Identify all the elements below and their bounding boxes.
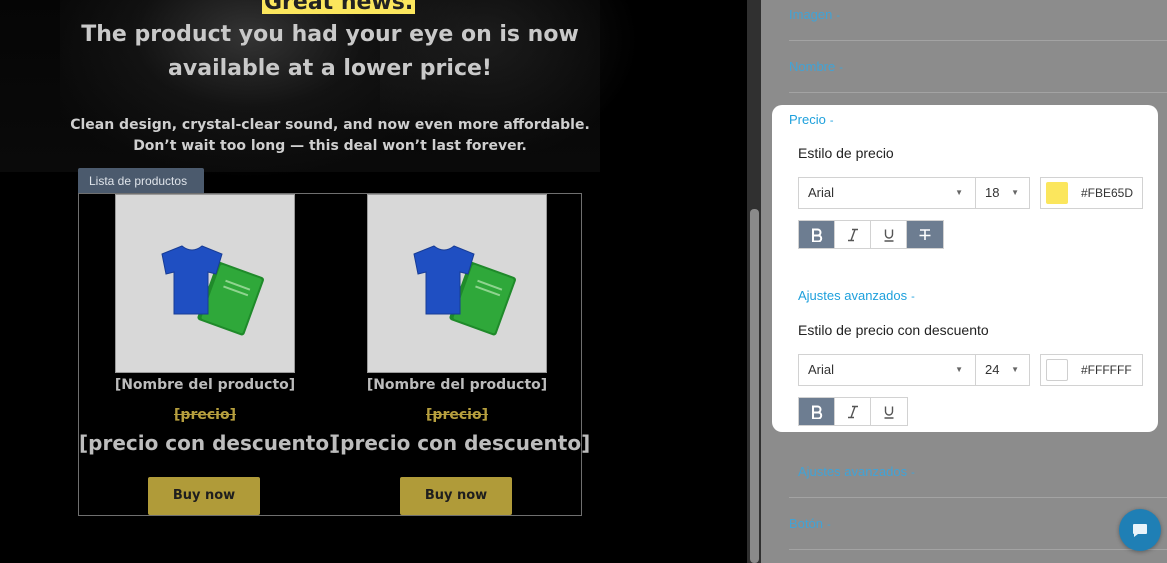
price-size-select[interactable]: 18 ▼ bbox=[975, 177, 1030, 209]
section-image-label: Imagen bbox=[789, 7, 833, 22]
section-divider bbox=[789, 40, 1167, 41]
discount-color-picker[interactable]: #FFFFFF bbox=[1040, 354, 1143, 386]
chat-support-button[interactable] bbox=[1119, 509, 1161, 551]
chat-icon bbox=[1133, 524, 1147, 537]
discount-size-select[interactable]: 24 ▼ bbox=[975, 354, 1030, 386]
outer-advanced-settings-label: Ajustes avanzados bbox=[798, 464, 908, 479]
product-card[interactable]: [Nombre del producto] [precio] [precio c… bbox=[79, 194, 339, 515]
section-divider bbox=[789, 92, 1167, 93]
product-image-placeholder[interactable] bbox=[367, 194, 547, 373]
collapse-icon: - bbox=[839, 62, 843, 74]
product-image-placeholder[interactable] bbox=[115, 194, 295, 373]
product-price: [precio] bbox=[174, 407, 236, 423]
collapse-icon: - bbox=[829, 115, 834, 127]
discount-font-value: Arial bbox=[808, 362, 835, 377]
section-button-toggle[interactable]: Botón - bbox=[789, 516, 831, 531]
section-divider bbox=[789, 497, 1167, 498]
dropdown-arrow-icon: ▼ bbox=[1011, 365, 1019, 374]
underline-icon[interactable] bbox=[871, 398, 907, 425]
bold-icon[interactable] bbox=[799, 398, 835, 425]
price-settings-card: Precio - Estilo de precio Arial ▼ 18 ▼ #F… bbox=[772, 105, 1158, 432]
italic-icon[interactable] bbox=[835, 221, 871, 248]
product-price: [precio] bbox=[426, 407, 488, 423]
hero-subtext-line-1: Clean design, crystal-clear sound, and n… bbox=[70, 117, 590, 133]
underline-icon[interactable] bbox=[871, 221, 907, 248]
settings-panel: Imagen - Nombre - Precio - Estilo de precio… bbox=[761, 0, 1167, 563]
great-news-highlight: Great news. bbox=[262, 0, 416, 14]
price-format-toolbar bbox=[798, 220, 944, 249]
hero-subtext-line-2: Don’t wait too long — this deal won’t la… bbox=[133, 138, 527, 154]
section-price-toggle[interactable]: Precio - bbox=[789, 112, 834, 127]
price-font-select[interactable]: Arial ▼ bbox=[798, 177, 976, 209]
dropdown-arrow-icon: ▼ bbox=[955, 365, 963, 374]
collapse-icon: - bbox=[826, 519, 831, 531]
italic-icon[interactable] bbox=[835, 398, 871, 425]
discount-size-value: 24 bbox=[985, 362, 1000, 377]
section-name-toggle[interactable]: Nombre - bbox=[789, 59, 843, 74]
buy-now-button[interactable]: Buy now bbox=[400, 477, 512, 515]
product-name: [Nombre del producto] bbox=[366, 377, 548, 393]
section-image-toggle[interactable]: Imagen - bbox=[789, 7, 840, 22]
collapse-icon: - bbox=[911, 291, 915, 303]
product-discount-price: [precio con descuento] bbox=[331, 431, 591, 455]
discount-color-swatch[interactable] bbox=[1046, 359, 1068, 381]
product-placeholder-icon bbox=[413, 245, 516, 336]
section-divider bbox=[789, 549, 1167, 550]
price-style-label: Estilo de precio bbox=[798, 145, 894, 161]
section-price-label: Precio bbox=[789, 112, 826, 127]
price-color-hex: #FBE65D bbox=[1081, 186, 1134, 200]
collapse-icon: - bbox=[836, 10, 841, 22]
email-preview: Great news. The product you had your eye… bbox=[0, 0, 747, 563]
product-placeholder-icon bbox=[161, 245, 264, 336]
price-color-swatch[interactable] bbox=[1046, 182, 1068, 204]
bold-icon[interactable] bbox=[799, 221, 835, 248]
section-name-label: Nombre bbox=[789, 59, 836, 74]
discount-format-toolbar bbox=[798, 397, 908, 426]
hero-subtext: Clean design, crystal-clear sound, and n… bbox=[60, 115, 600, 157]
dropdown-arrow-icon: ▼ bbox=[955, 188, 963, 197]
product-list-block[interactable]: [Nombre del producto] [precio] [precio c… bbox=[78, 193, 591, 516]
hero-headline: The product you had your eye on is now a… bbox=[81, 22, 579, 81]
collapse-icon: - bbox=[911, 467, 915, 479]
product-name: [Nombre del producto] bbox=[114, 377, 296, 393]
outer-advanced-settings-toggle[interactable]: Ajustes avanzados - bbox=[798, 464, 915, 479]
discount-color-hex: #FFFFFF bbox=[1081, 363, 1132, 377]
dropdown-arrow-icon: ▼ bbox=[1011, 188, 1019, 197]
product-list-tab[interactable]: Lista de productos bbox=[78, 168, 204, 194]
scrollbar-thumb[interactable] bbox=[750, 209, 759, 563]
discount-price-style-label: Estilo de precio con descuento bbox=[798, 322, 989, 338]
price-font-value: Arial bbox=[808, 185, 835, 200]
product-card[interactable]: [Nombre del producto] [precio] [precio c… bbox=[331, 194, 591, 515]
price-size-value: 18 bbox=[985, 185, 1000, 200]
advanced-settings-toggle[interactable]: Ajustes avanzados - bbox=[798, 288, 915, 303]
section-button-label: Botón bbox=[789, 516, 823, 531]
strikethrough-icon[interactable] bbox=[907, 221, 943, 248]
price-color-picker[interactable]: #FBE65D bbox=[1040, 177, 1143, 209]
buy-now-button[interactable]: Buy now bbox=[148, 477, 260, 515]
product-discount-price: [precio con descuento] bbox=[79, 431, 339, 455]
preview-scrollbar[interactable] bbox=[747, 0, 761, 563]
discount-font-select[interactable]: Arial ▼ bbox=[798, 354, 976, 386]
advanced-settings-label: Ajustes avanzados bbox=[798, 288, 908, 303]
